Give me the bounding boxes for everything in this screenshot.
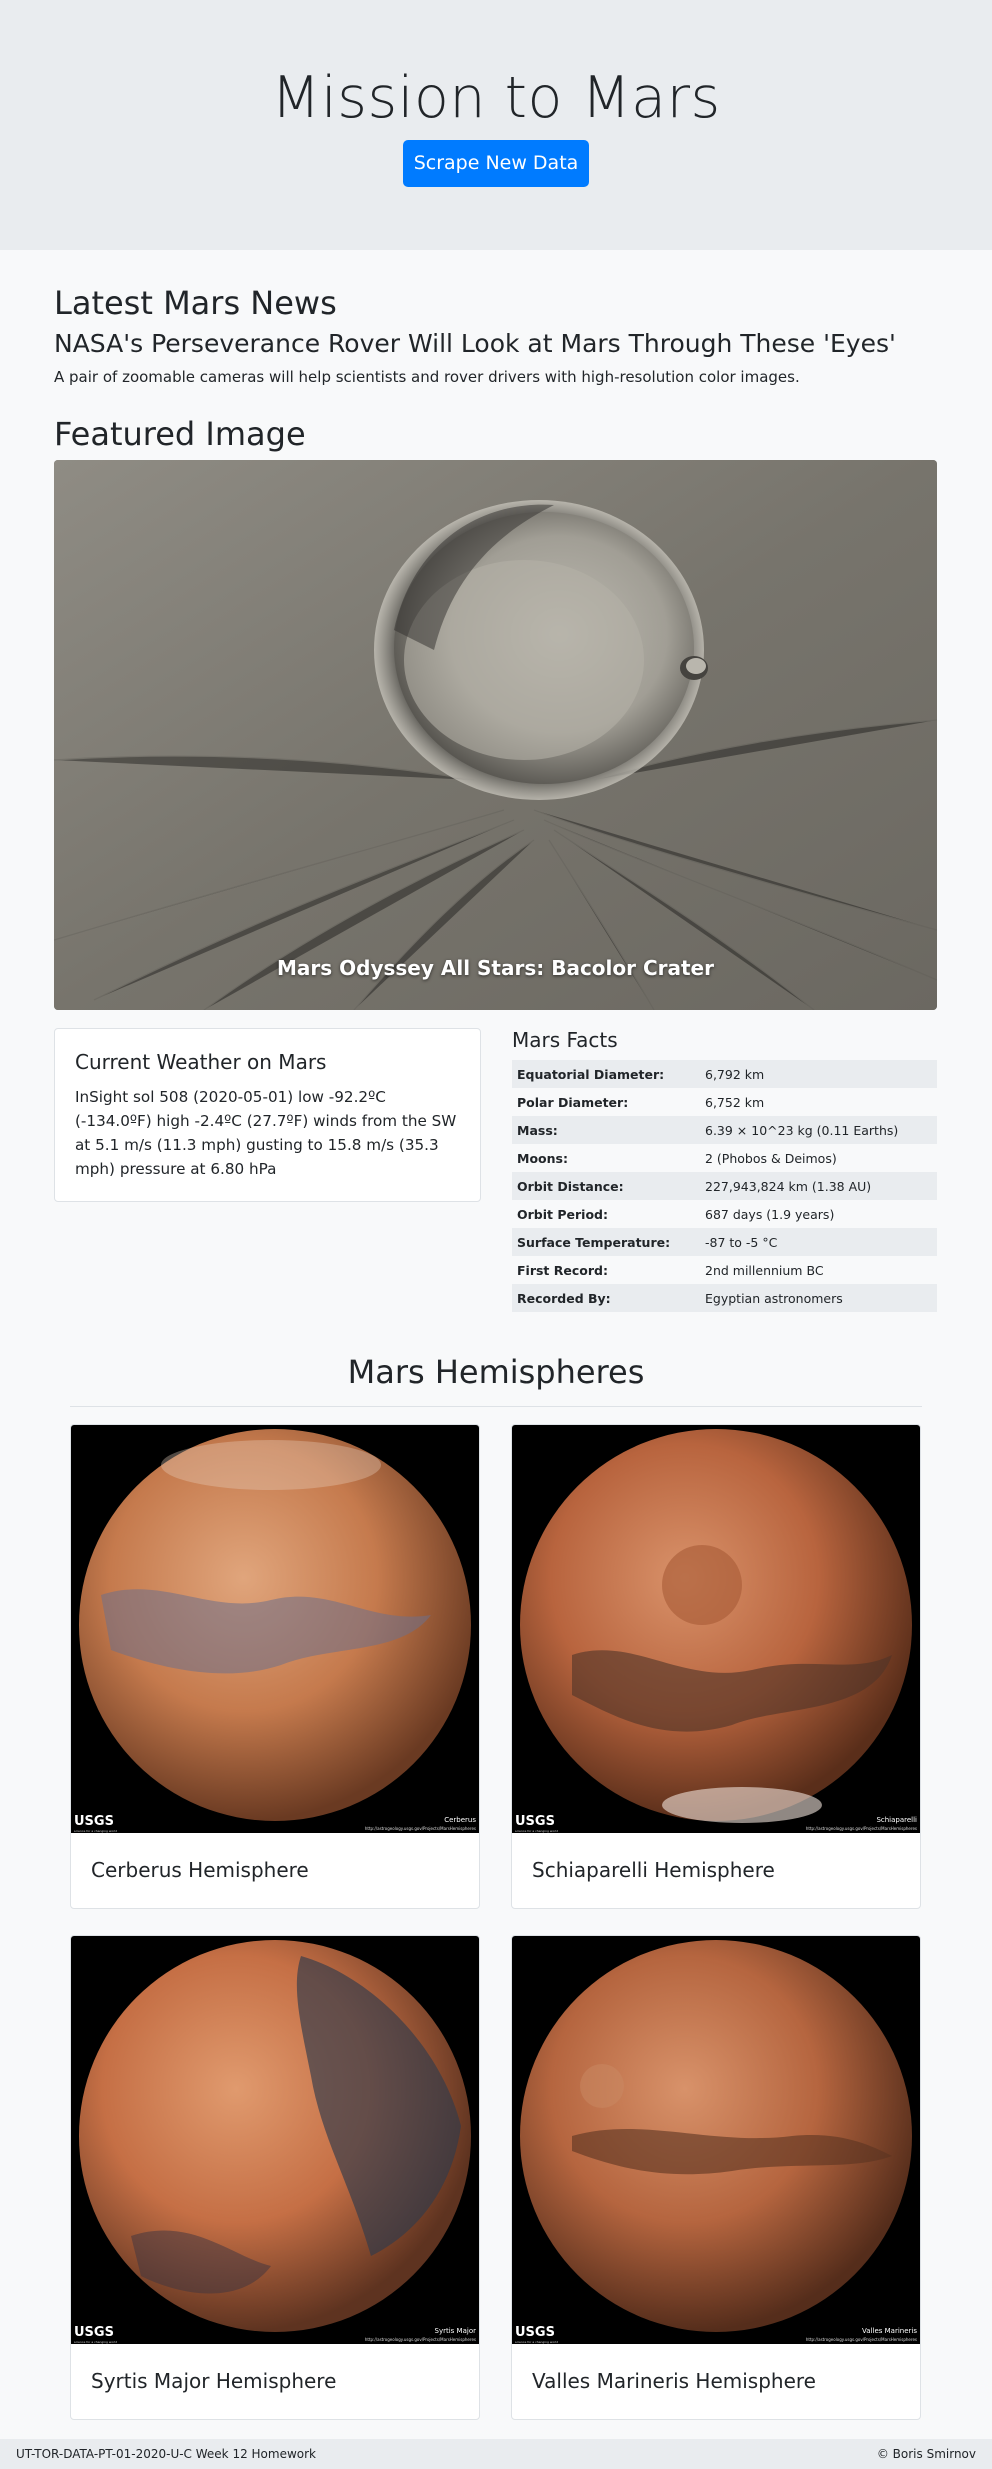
image-url: http://astrogeology.usgs.gov/Projects/Ma… — [364, 2337, 476, 2342]
fact-key: Equatorial Diameter: — [512, 1060, 700, 1088]
fact-key: Recorded By: — [512, 1284, 700, 1312]
table-row: First Record: 2nd millennium BC — [512, 1256, 937, 1284]
image-label: Syrtis Major — [434, 2327, 476, 2335]
hemisphere-card-cerberus[interactable]: USGS science for a changing world Cerber… — [70, 1424, 480, 1909]
fact-value: 6.39 × 10^23 kg (0.11 Earths) — [700, 1116, 937, 1144]
fact-value: Egyptian astronomers — [700, 1284, 937, 1312]
weather-title: Current Weather on Mars — [75, 1050, 327, 1074]
mars-globe-image — [79, 1429, 471, 1821]
image-label: Valles Marineris — [862, 2327, 917, 2335]
hemisphere-title[interactable]: Schiaparelli Hemisphere — [512, 1833, 920, 1908]
hemisphere-image[interactable]: USGS science for a changing world Cerber… — [71, 1425, 479, 1833]
usgs-logo: USGS — [515, 1814, 555, 1829]
hemisphere-image[interactable]: USGS science for a changing world Syrtis… — [71, 1936, 479, 2344]
usgs-tagline: science for a changing world — [74, 1829, 118, 1833]
fact-key: Polar Diameter: — [517, 1094, 629, 1110]
table-row: Equatorial Diameter: 6,792 km — [512, 1060, 937, 1088]
table-row: Orbit Distance: 227,943,824 km (1.38 AU) — [512, 1172, 937, 1200]
usgs-logo: USGS — [74, 1814, 114, 1829]
table-row: Mass: 6.39 × 10^23 kg (0.11 Earths) — [512, 1116, 937, 1144]
news-teaser: A pair of zoomable cameras will help sci… — [54, 368, 800, 386]
featured-image-caption: Mars Odyssey All Stars: Bacolor Crater — [277, 956, 714, 980]
mars-globe-image — [520, 1940, 912, 2332]
hemisphere-title[interactable]: Cerberus Hemisphere — [71, 1833, 479, 1908]
usgs-logo: USGS — [515, 2325, 555, 2340]
table-row: Moons: 2 (Phobos & Deimos) — [512, 1144, 937, 1172]
latest-news-heading: Latest Mars News — [54, 284, 337, 322]
usgs-tagline: science for a changing world — [515, 2340, 559, 2344]
image-label: Schiaparelli — [876, 1816, 917, 1824]
usgs-tagline: science for a changing world — [74, 2340, 118, 2344]
featured-image[interactable]: Mars Odyssey All Stars: Bacolor Crater — [54, 460, 937, 1010]
fact-key: Orbit Period: — [517, 1206, 608, 1222]
fact-key: Moons: — [517, 1150, 568, 1166]
table-row: Surface Temperature: -87 to -5 °C — [512, 1228, 937, 1256]
fact-key: First Record: — [517, 1262, 608, 1278]
fact-key: Mass: — [512, 1116, 700, 1144]
image-url: http://astrogeology.usgs.gov/Projects/Ma… — [805, 1826, 917, 1831]
fact-key: Orbit Distance: — [512, 1172, 700, 1200]
fact-key: Surface Temperature: — [512, 1228, 700, 1256]
crater-image — [54, 460, 937, 1010]
weather-card: Current Weather on Mars InSight sol 508 … — [54, 1028, 481, 1202]
image-label: Cerberus — [444, 1816, 476, 1824]
jumbotron-header: Mission to Mars Scrape New Data — [0, 0, 992, 250]
fact-value: 2 (Phobos & Deimos) — [705, 1150, 837, 1166]
usgs-logo: USGS — [74, 2325, 114, 2340]
mars-globe-image — [79, 1940, 471, 2332]
news-title: NASA's Perseverance Rover Will Look at M… — [54, 329, 896, 358]
hemisphere-card-valles-marineris[interactable]: USGS science for a changing world Valles… — [511, 1935, 921, 2420]
mars-globe-image — [520, 1429, 912, 1823]
hemisphere-title[interactable]: Valles Marineris Hemisphere — [512, 2344, 920, 2419]
footer-copyright: © Boris Smirnov — [876, 2447, 976, 2461]
footer-course-label: UT-TOR-DATA-PT-01-2020-U-C Week 12 Homew… — [16, 2447, 316, 2461]
divider — [70, 1406, 922, 1407]
hemisphere-image[interactable]: USGS science for a changing world Schiap… — [512, 1425, 920, 1833]
hemisphere-image[interactable]: USGS science for a changing world Valles… — [512, 1936, 920, 2344]
hemisphere-card-syrtis-major[interactable]: USGS science for a changing world Syrtis… — [70, 1935, 480, 2420]
fact-value: 2nd millennium BC — [705, 1262, 824, 1278]
usgs-tagline: science for a changing world — [515, 1829, 559, 1833]
scrape-new-data-button[interactable]: Scrape New Data — [403, 140, 589, 187]
hemisphere-title[interactable]: Syrtis Major Hemisphere — [71, 2344, 479, 2419]
featured-image-heading: Featured Image — [54, 415, 306, 453]
image-url: http://astrogeology.usgs.gov/Projects/Ma… — [364, 1826, 476, 1831]
fact-value: 227,943,824 km (1.38 AU) — [700, 1172, 937, 1200]
page-title: Mission to Mars — [271, 65, 721, 131]
mars-facts-table: Equatorial Diameter: 6,792 km Polar Diame… — [512, 1060, 937, 1312]
table-row: Orbit Period: 687 days (1.9 years) — [512, 1200, 937, 1228]
fact-value: -87 to -5 °C — [700, 1228, 937, 1256]
fact-value: 687 days (1.9 years) — [705, 1206, 835, 1222]
hemispheres-heading: Mars Hemispheres — [347, 1353, 645, 1391]
weather-text: InSight sol 508 (2020-05-01) low -92.2ºC… — [75, 1088, 457, 1178]
mars-facts-title: Mars Facts — [512, 1028, 618, 1052]
fact-value: 6,792 km — [700, 1060, 937, 1088]
table-row: Polar Diameter: 6,752 km — [512, 1088, 937, 1116]
fact-value: 6,752 km — [705, 1094, 765, 1110]
image-url: http://astrogeology.usgs.gov/Projects/Ma… — [805, 2337, 917, 2342]
table-row: Recorded By: Egyptian astronomers — [512, 1284, 937, 1312]
footer: UT-TOR-DATA-PT-01-2020-U-C Week 12 Homew… — [0, 2439, 992, 2469]
hemisphere-card-schiaparelli[interactable]: USGS science for a changing world Schiap… — [511, 1424, 921, 1909]
